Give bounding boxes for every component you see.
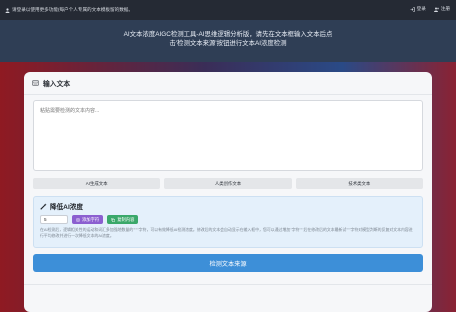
copy-icon — [111, 217, 115, 222]
keyboard-icon — [32, 80, 39, 86]
notice-text: 请登录以使用更多功能(每户个人专属的文本模板留的数据。 — [12, 7, 133, 12]
login-notice: 请登录以使用更多功能(每户个人专属的文本模板留的数据。 — [5, 7, 133, 13]
reduce-title: 降低AI浓度 — [40, 201, 83, 211]
magic-wand-icon — [40, 202, 47, 210]
detect-source-button[interactable]: 检测文本来源 — [33, 254, 423, 272]
login-link[interactable]: 登录 — [410, 6, 426, 12]
user-icon — [5, 7, 10, 13]
hero-banner: AI文本浓度AIGC检测工具-AI思维逻辑分析版，请先在文本框输入文本后点 击'… — [0, 20, 456, 62]
sample-buttons: AI生成文本 人类创作文本 技术类文本 — [33, 178, 423, 189]
hero-line-2: 击'检测文本来源'按钮进行文本AI浓度检测 — [169, 40, 287, 47]
hero-line-1: AI文本浓度AIGC检测工具-AI思维逻辑分析版，请先在文本框输入文本后点 — [123, 31, 333, 38]
char-count-input[interactable]: 5 — [40, 215, 68, 224]
divider — [24, 94, 432, 95]
add-chars-label: 添加字符 — [82, 216, 100, 222]
sample-human-button[interactable]: 人类创作文本 — [164, 178, 292, 189]
reduce-title-text: 降低AI浓度 — [50, 204, 83, 211]
input-section-title: 输入文本 — [43, 81, 71, 88]
add-user-icon — [433, 7, 439, 12]
reduce-ai-panel: 降低AI浓度 5 添加字符 复制内容 在AI检测后，逻辑相关性的运动和词汇多加强… — [33, 196, 423, 248]
sample-ai-button[interactable]: AI生成文本 — [33, 178, 161, 189]
reduce-description: 在AI检测后，逻辑相关性的运动和词汇多加强地数量的""""字符，可以有效降低AI… — [40, 227, 413, 238]
top-bar: 请登录以使用更多功能(每户个人专属的文本模板留的数据。 登录 注册 — [0, 0, 456, 20]
main-card: 输入文本 AI生成文本 人类创作文本 技术类文本 降低AI浓度 5 添加字符 复… — [24, 72, 432, 312]
text-input[interactable] — [33, 100, 423, 171]
login-label: 登录 — [416, 6, 426, 11]
copy-content-button[interactable]: 复制内容 — [107, 215, 139, 224]
input-section-header: 输入文本 — [32, 78, 70, 88]
register-label: 注册 — [440, 6, 450, 11]
add-chars-button[interactable]: 添加字符 — [72, 215, 104, 224]
divider-bottom — [24, 284, 432, 285]
login-icon — [410, 6, 415, 12]
register-link[interactable]: 注册 — [433, 6, 450, 12]
sample-tech-button[interactable]: 技术类文本 — [295, 178, 423, 189]
copy-content-label: 复制内容 — [117, 216, 135, 222]
plus-icon — [76, 217, 80, 222]
